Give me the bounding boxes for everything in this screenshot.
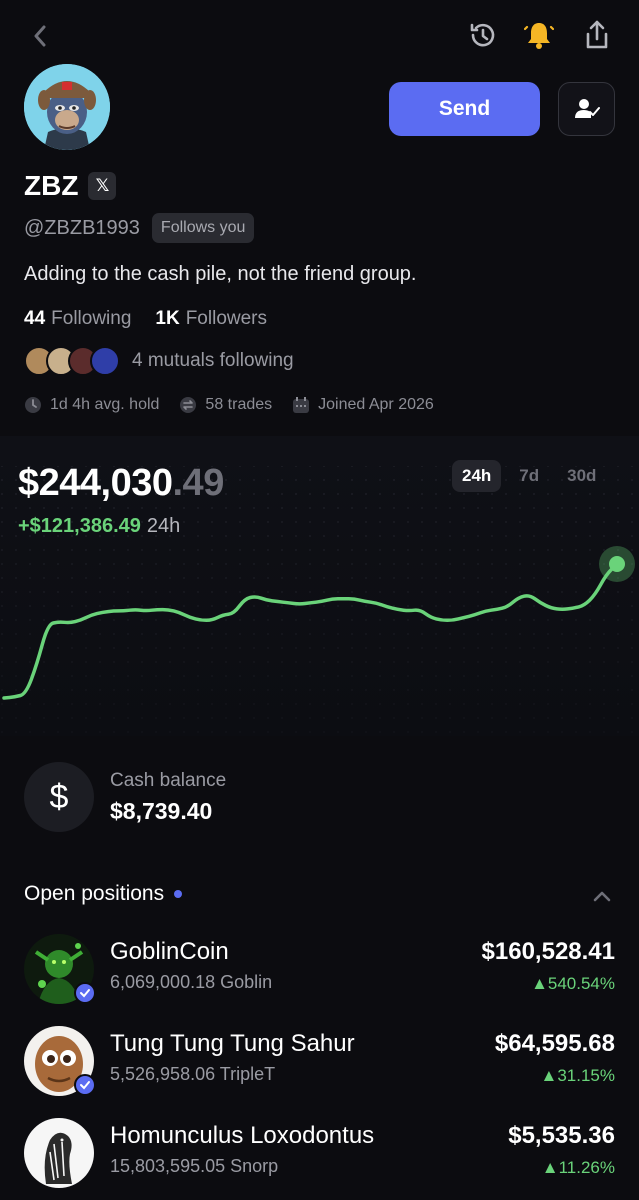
position-value: $160,528.41 — [481, 938, 615, 965]
profile-avatar[interactable] — [24, 64, 110, 150]
position-change: ▲11.26% — [541, 1158, 615, 1177]
handle-row: @ZBZB1993 Follows you — [24, 213, 255, 243]
profile-section: Send ZBZ 𝕏 @ZBZB1993 Follows you Adding … — [0, 0, 639, 436]
avg-hold-text: 1d 4h avg. hold — [50, 396, 160, 413]
joined-text: Joined Apr 2026 — [318, 396, 434, 413]
verified-badge-icon — [74, 1074, 96, 1096]
position-name: Homunculus Loxodontus — [110, 1122, 375, 1149]
homunculus-avatar — [24, 1118, 94, 1188]
portfolio-value-cents: .49 — [172, 462, 225, 504]
collapse-positions-button[interactable] — [588, 882, 616, 910]
bell-icon — [524, 23, 554, 49]
send-button[interactable]: Send — [389, 82, 540, 136]
verified-badge-icon — [74, 982, 96, 1004]
dollar-icon: $ — [24, 762, 94, 832]
history-icon — [470, 23, 495, 47]
swap-icon — [180, 397, 197, 413]
chevron-left-icon — [34, 25, 46, 47]
position-name: GoblinCoin — [110, 938, 229, 965]
trades-stat: 58 trades — [179, 396, 272, 414]
open-positions-title: Open positions — [24, 882, 165, 905]
avg-hold-stat: 1d 4h avg. hold — [24, 396, 159, 414]
notifications-button[interactable] — [518, 14, 560, 56]
position-name: Tung Tung Tung Sahur — [110, 1030, 355, 1057]
change-amount: +$121,386.49 — [18, 515, 141, 537]
follows-you-badge: Follows you — [151, 213, 255, 243]
history-button[interactable] — [462, 14, 504, 56]
back-button[interactable] — [22, 18, 58, 54]
follow-button[interactable] — [558, 82, 615, 136]
chevron-up-icon — [593, 891, 611, 902]
share-icon — [586, 20, 608, 49]
tab-7d[interactable]: 7d — [509, 460, 549, 492]
position-amount: 6,069,000.18 Goblin — [110, 972, 273, 992]
following-link[interactable]: 44 Following — [24, 308, 131, 330]
portfolio-value-main: $244,030 — [18, 462, 173, 504]
lower-section: $ Cash balance $8,739.40 Open positions — [0, 736, 639, 1200]
mutuals-text: 4 mutuals following — [132, 350, 294, 371]
ape-avatar-image — [24, 64, 110, 150]
joined-stat: Joined Apr 2026 — [292, 396, 434, 414]
follow-counts: 44 Following 1K Followers — [24, 308, 267, 330]
display-name: ZBZ — [24, 170, 79, 201]
followers-link[interactable]: 1K Followers — [155, 308, 267, 330]
followers-label: Followers — [185, 308, 268, 329]
clock-icon — [25, 397, 41, 413]
indicator-dot — [174, 890, 183, 898]
latest-point-marker — [609, 556, 625, 572]
position-row[interactable]: Homunculus Loxodontus 15,803,595.05 Snor… — [0, 1118, 639, 1200]
open-positions-header: Open positions — [24, 882, 183, 906]
cash-balance-label: Cash balance — [110, 770, 227, 791]
portfolio-value: $244,030.49 — [18, 462, 224, 505]
bio: Adding to the cash pile, not the friend … — [24, 263, 417, 285]
cash-balance-value: $8,739.40 — [110, 798, 213, 824]
position-amount: 5,526,958.06 TripleT — [110, 1064, 276, 1084]
position-row[interactable]: Tung Tung Tung Sahur 5,526,958.06 Triple… — [0, 1026, 639, 1114]
portfolio-chart-section: $244,030.49 +$121,386.49 24h 24h 7d 30d — [0, 436, 639, 736]
position-change: ▲540.54% — [531, 974, 615, 993]
position-row[interactable]: GoblinCoin 6,069,000.18 Goblin $160,528.… — [0, 934, 639, 1022]
calendar-icon — [293, 397, 310, 413]
mutual-avatar — [90, 346, 120, 376]
x-logo-icon[interactable]: 𝕏 — [88, 172, 117, 200]
position-value: $5,535.36 — [508, 1122, 615, 1149]
user-check-icon — [574, 99, 600, 118]
position-change: ▲31.15% — [540, 1066, 615, 1085]
position-amount: 15,803,595.05 Snorp — [110, 1156, 279, 1176]
profile-stats: 1d 4h avg. hold 58 trades Joined Apr 202… — [24, 396, 434, 414]
range-tabs: 24h 7d 30d — [452, 460, 606, 492]
following-label: Following — [51, 308, 132, 329]
tab-24h[interactable]: 24h — [452, 460, 502, 492]
name-row: ZBZ 𝕏 — [24, 170, 117, 202]
mutuals-row[interactable]: 4 mutuals following — [24, 346, 294, 376]
following-count: 44 — [24, 308, 46, 329]
position-value: $64,595.68 — [494, 1030, 615, 1057]
followers-count: 1K — [155, 308, 180, 329]
snorp-token-image — [24, 1118, 94, 1188]
share-button[interactable] — [574, 14, 620, 56]
tab-30d[interactable]: 30d — [557, 460, 606, 492]
portfolio-change: +$121,386.49 24h — [18, 515, 180, 538]
trades-text: 58 trades — [205, 396, 273, 413]
change-period: 24h — [146, 515, 181, 537]
user-handle: @ZBZB1993 — [24, 216, 140, 239]
